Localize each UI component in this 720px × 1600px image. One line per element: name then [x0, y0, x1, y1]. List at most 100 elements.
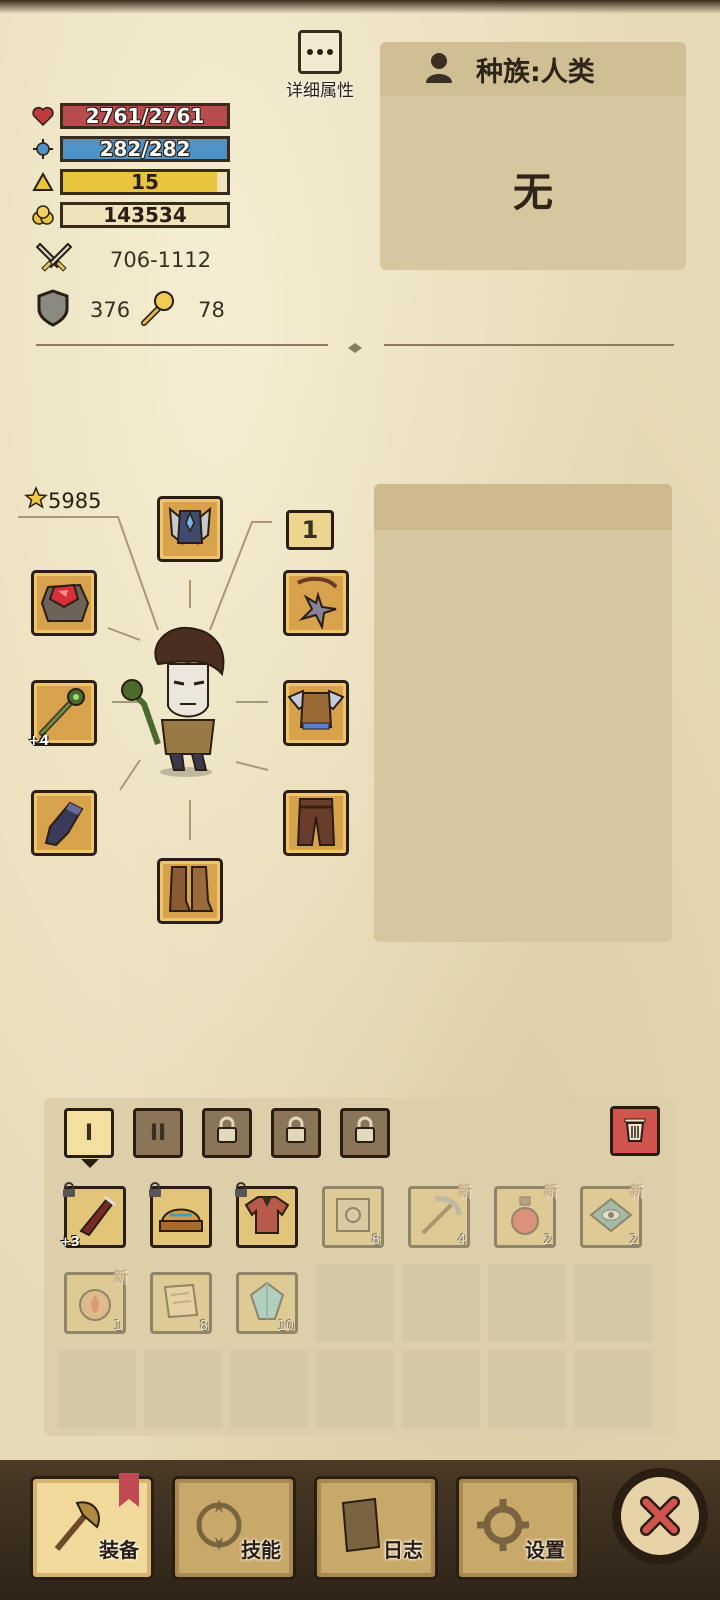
inventory-empty-slot[interactable]	[402, 1350, 480, 1428]
nav-log-button[interactable]: 日志	[314, 1476, 438, 1580]
slot-gloves[interactable]	[31, 790, 97, 856]
inventory-item-fire-flask[interactable]: 新 1	[58, 1266, 132, 1340]
new-tag: 新	[112, 1268, 128, 1286]
item-count: 8	[371, 1233, 380, 1248]
detail-attributes-button[interactable]: 详细属性	[282, 30, 358, 101]
detail-attributes-label: 详细属性	[286, 81, 354, 101]
padlock-icon	[62, 1182, 76, 1202]
tab-bag-1[interactable]: I	[64, 1108, 114, 1168]
axe-icon	[47, 1495, 107, 1559]
star-icon	[24, 486, 48, 515]
item-count: 8	[199, 1319, 208, 1334]
inventory-empty-slot[interactable]	[58, 1350, 136, 1428]
gold-bar: 143534	[60, 202, 230, 228]
nav-skills-button[interactable]: 技能	[172, 1476, 296, 1580]
pickaxe-icon	[415, 1193, 463, 1241]
hp-row: 2761/2761	[30, 102, 230, 130]
more-dots-icon	[298, 30, 342, 74]
slot-amulet[interactable]	[283, 570, 349, 636]
inventory-empty-slot[interactable]	[402, 1264, 480, 1342]
padlock-icon	[234, 1182, 248, 1202]
item-plus-badge: +3	[60, 1235, 80, 1250]
nav-skills-label: 技能	[241, 1538, 281, 1562]
chest-armor-icon	[287, 683, 345, 743]
shirt-icon	[242, 1193, 292, 1241]
power-score: 5985	[24, 486, 101, 515]
tab-bag-4-locked[interactable]	[271, 1108, 321, 1158]
equipment-level-tag[interactable]: 1	[286, 510, 334, 550]
tab-bag-1-label: I	[84, 1120, 94, 1146]
divider-left	[36, 344, 328, 346]
inventory-item-scroll[interactable]: 8	[316, 1180, 390, 1254]
inventory-empty-slot[interactable]	[488, 1264, 566, 1342]
pants-icon	[288, 793, 344, 853]
tab-bag-2[interactable]: II	[133, 1108, 183, 1158]
gold-row: 143534	[30, 201, 230, 229]
padlock-icon	[215, 1116, 239, 1150]
defense-row: 376 78	[36, 289, 276, 331]
level-bar: 15	[60, 169, 230, 195]
tab-bag-3-locked[interactable]	[202, 1108, 252, 1158]
nav-equip-button[interactable]: 装备	[30, 1473, 154, 1580]
red-potion-icon	[505, 1193, 545, 1241]
tab-bag-5-locked[interactable]	[340, 1108, 390, 1158]
inventory-item-pickaxe[interactable]: 新 4	[402, 1180, 476, 1254]
nav-equip-label: 装备	[99, 1538, 139, 1562]
item-count: 2	[543, 1233, 552, 1248]
mp-value: 282/282	[99, 137, 191, 161]
top-edge	[0, 0, 720, 14]
slot-pants[interactable]	[283, 790, 349, 856]
race-value: 无	[513, 170, 553, 216]
gold-coins-icon	[30, 202, 56, 228]
close-icon	[621, 1477, 699, 1555]
trash-button[interactable]	[610, 1106, 660, 1156]
triangle-icon	[30, 169, 56, 195]
attack-value: 706-1112	[110, 248, 212, 272]
inventory-item-potion[interactable]: 新 2	[488, 1180, 562, 1254]
inventory-item-armor[interactable]	[230, 1180, 304, 1254]
shield-icon	[36, 289, 70, 331]
slot-ring[interactable]	[31, 570, 97, 636]
hp-value: 2761/2761	[85, 104, 205, 128]
item-info-panel	[374, 484, 672, 942]
mana-gear-icon	[30, 136, 56, 162]
boots-icon	[162, 861, 218, 921]
inventory-empty-slot[interactable]	[144, 1350, 222, 1428]
padlock-icon	[284, 1116, 308, 1150]
inventory-empty-slot[interactable]	[574, 1264, 652, 1342]
slot-boots[interactable]	[157, 858, 223, 924]
inventory-empty-slot[interactable]	[316, 1350, 394, 1428]
inventory-item-weapon[interactable]: +3	[58, 1180, 132, 1254]
new-tag: 新	[542, 1182, 558, 1200]
level-tag-value: 1	[301, 516, 319, 544]
heart-icon	[30, 103, 56, 129]
inventory-item-map-scroll[interactable]: 8	[144, 1266, 218, 1340]
crown-helmet-icon	[156, 1193, 206, 1241]
defense-value: 376	[90, 298, 131, 322]
character-avatar	[118, 624, 240, 780]
slot-armor[interactable]	[283, 680, 349, 746]
crossed-swords-icon	[35, 240, 73, 280]
magic-value: 78	[198, 298, 225, 322]
inventory-empty-slot[interactable]	[316, 1264, 394, 1342]
person-icon	[424, 51, 454, 87]
inventory-empty-slot[interactable]	[488, 1350, 566, 1428]
inventory-item-helmet[interactable]	[144, 1180, 218, 1254]
inventory-item-eye-rune[interactable]: 新 2	[574, 1180, 648, 1254]
attack-row: 706-1112	[35, 240, 236, 280]
inventory-item-crystal[interactable]: 10	[230, 1266, 304, 1340]
slot-weapon[interactable]: +4	[28, 680, 97, 749]
nav-settings-button[interactable]: 设置	[456, 1476, 580, 1580]
inventory-empty-slot[interactable]	[230, 1350, 308, 1428]
map-scroll-icon	[157, 1279, 205, 1327]
slot-helmet[interactable]	[157, 496, 223, 562]
padlock-icon	[148, 1182, 162, 1202]
close-button[interactable]	[612, 1468, 708, 1564]
divider-diamond-icon	[348, 339, 362, 353]
trash-icon	[623, 1115, 647, 1147]
item-count: 4	[457, 1233, 466, 1248]
inventory-empty-slot[interactable]	[574, 1350, 652, 1428]
power-value: 5985	[48, 488, 102, 513]
hp-bar: 2761/2761	[60, 103, 230, 129]
skill-rune-icon	[189, 1495, 249, 1559]
